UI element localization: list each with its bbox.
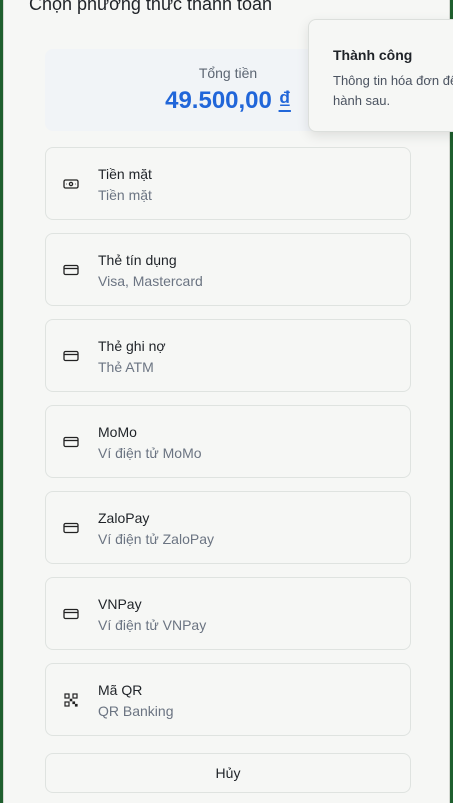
method-description: Visa, Mastercard xyxy=(98,273,203,289)
method-description: Ví điện tử VNPay xyxy=(98,617,207,633)
currency-symbol: ₫ xyxy=(278,87,291,114)
credit-card-icon xyxy=(63,435,79,449)
method-name: Thẻ ghi nợ xyxy=(98,338,166,354)
method-description: Tiền mặt xyxy=(98,187,152,203)
payment-method-list: Tiền mặt Tiền mặt Thẻ tín dụng Visa, Mas… xyxy=(45,147,411,749)
method-description: Ví điện tử ZaloPay xyxy=(98,531,214,547)
method-description: Thẻ ATM xyxy=(98,359,154,375)
method-name: VNPay xyxy=(98,596,142,612)
toast-message: Thông tin hóa đơn để phát hành sau. xyxy=(333,73,453,108)
success-toast: Thành công Thông tin hóa đơn để phát hàn… xyxy=(308,19,453,132)
method-zalopay[interactable]: ZaloPay Ví điện tử ZaloPay xyxy=(45,491,411,564)
credit-card-icon xyxy=(63,349,79,363)
method-name: Mã QR xyxy=(98,682,143,698)
method-credit-card[interactable]: Thẻ tín dụng Visa, Mastercard xyxy=(45,233,411,306)
method-qr[interactable]: Mã QR QR Banking xyxy=(45,663,411,736)
credit-card-icon xyxy=(63,263,79,277)
method-debit-card[interactable]: Thẻ ghi nợ Thẻ ATM xyxy=(45,319,411,392)
cash-icon xyxy=(63,177,79,191)
method-name: Thẻ tín dụng xyxy=(98,252,177,268)
credit-card-icon xyxy=(63,521,79,535)
method-name: Tiền mặt xyxy=(98,166,152,182)
credit-card-icon xyxy=(63,607,79,621)
method-momo[interactable]: MoMo Ví điện tử MoMo xyxy=(45,405,411,478)
total-value: 49.500,00 xyxy=(165,87,272,114)
method-name: ZaloPay xyxy=(98,510,150,526)
cancel-button[interactable]: Hủy xyxy=(45,753,411,793)
method-name: MoMo xyxy=(98,424,137,440)
app-stage: Chọn phương thức thanh toán Tổng tiền 49… xyxy=(0,0,453,803)
method-description: Ví điện tử MoMo xyxy=(98,445,202,461)
dialog-title: Chọn phương thức thanh toán xyxy=(29,0,273,14)
method-cash[interactable]: Tiền mặt Tiền mặt xyxy=(45,147,411,220)
qr-code-icon xyxy=(63,693,79,707)
method-description: QR Banking xyxy=(98,703,174,719)
toast-title: Thành công xyxy=(333,47,413,63)
method-vnpay[interactable]: VNPay Ví điện tử VNPay xyxy=(45,577,411,650)
